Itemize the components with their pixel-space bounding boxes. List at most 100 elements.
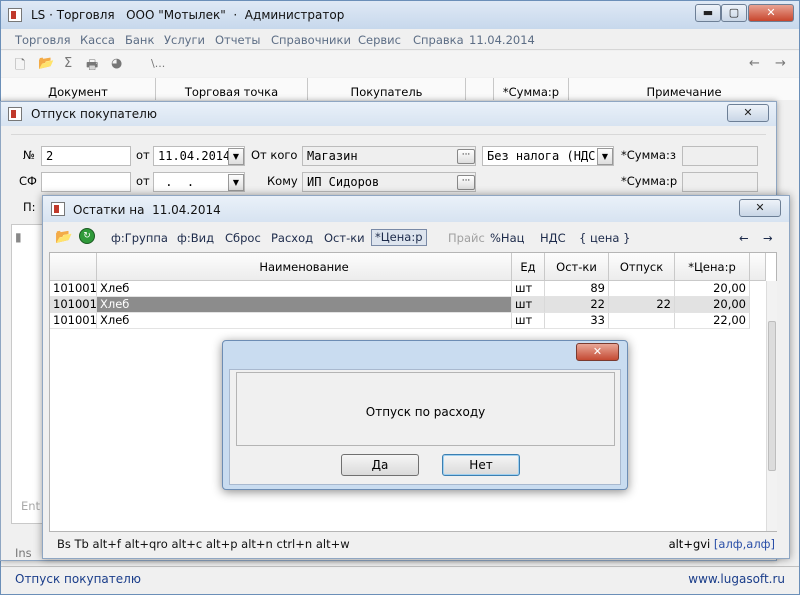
menu-services[interactable]: Услуги <box>164 33 205 47</box>
ins-label: Ins <box>15 546 32 560</box>
nav-back-icon[interactable]: ← <box>739 231 749 245</box>
grid-scrollbar[interactable] <box>766 281 777 531</box>
col-name[interactable]: Наименование <box>97 253 512 281</box>
p-label: П: <box>23 200 36 214</box>
vat-button[interactable]: НДС <box>540 231 566 245</box>
nav-back-icon[interactable]: ← <box>749 56 760 71</box>
items-grid-left-edge <box>11 224 45 524</box>
to-select-button[interactable]: ··· <box>457 175 475 190</box>
date-from-label: от <box>136 148 150 162</box>
menu-reports[interactable]: Отчеты <box>215 33 260 47</box>
yes-button[interactable]: Да <box>341 454 419 476</box>
release-dialog-title-bar[interactable]: Отпуск покупателю ✕ <box>1 102 776 126</box>
sum-z-label: *Сумма:з <box>621 148 676 162</box>
cell-price: 20,00 <box>675 281 750 297</box>
stock-dialog-title-bar[interactable]: Остатки на 11.04.2014 ✕ <box>43 196 789 222</box>
sf-field[interactable] <box>41 172 131 192</box>
hotkeys-hint: Bs Tb alt+f alt+qro alt+c alt+p alt+n ct… <box>57 537 350 551</box>
expense-button[interactable]: Расход <box>271 231 313 245</box>
sum-z-field <box>682 146 758 166</box>
col-release[interactable]: Отпуск <box>609 253 675 281</box>
website-link[interactable]: www.lugasoft.ru <box>688 572 785 586</box>
cell-remains: 22 <box>545 297 609 313</box>
tax-dropdown-button[interactable]: ▼ <box>597 148 613 165</box>
cell-code: 101001 <box>50 281 97 297</box>
printer-icon[interactable]: 🖶 <box>86 56 98 78</box>
nav-forward-icon[interactable]: → <box>775 56 786 71</box>
menu-date: 11.04.2014 <box>469 33 535 47</box>
menu-cash[interactable]: Касса <box>80 33 115 47</box>
from-whom-select-button[interactable]: ··· <box>457 149 475 164</box>
cell-name: Хлеб <box>97 313 512 329</box>
status-bar: Отпуск покупателю www.lugasoft.ru <box>1 566 799 594</box>
col-code[interactable] <box>50 253 97 281</box>
divider <box>11 134 766 135</box>
number-field[interactable]: 2 <box>41 146 131 166</box>
col-price[interactable]: *Цена:р <box>675 253 750 281</box>
table-row[interactable]: 101001 Хлеб шт 33 22,00 <box>50 313 766 329</box>
close-button[interactable]: ✕ <box>748 4 794 22</box>
layout-switch-link[interactable]: [алф,алф] <box>714 537 775 551</box>
confirm-message-box: Отпуск по расходу <box>236 372 615 446</box>
maximize-button[interactable]: ▢ <box>721 4 747 22</box>
cell-remains: 33 <box>545 313 609 329</box>
stock-dialog-title: Остатки на 11.04.2014 <box>73 203 221 217</box>
number-label: № <box>23 148 35 162</box>
markup-button[interactable]: %Нац <box>490 231 524 245</box>
cell-code: 101001 <box>50 297 97 313</box>
date-dropdown-button[interactable]: ▼ <box>228 148 244 165</box>
cell-release <box>609 281 675 297</box>
menu-trade[interactable]: Торговля <box>15 33 70 47</box>
release-dialog-title: Отпуск покупателю <box>31 107 157 121</box>
cell-unit: шт <box>512 281 545 297</box>
filter-view-button[interactable]: ф:Вид <box>177 231 214 245</box>
menu-service[interactable]: Сервис <box>358 33 401 47</box>
col-document[interactable]: Документ <box>1 78 156 100</box>
dialog-icon <box>8 107 22 121</box>
doc-icon[interactable]: ▮ <box>15 230 22 244</box>
nav-forward-icon[interactable]: → <box>763 231 773 245</box>
col-remains[interactable]: Ост-ки <box>545 253 609 281</box>
price-braces-button[interactable]: { цена } <box>579 231 630 245</box>
tax-select[interactable]: Без налога (НДС) <box>482 146 614 166</box>
path-label: \... <box>151 57 166 70</box>
remains-button[interactable]: Ост-ки <box>324 231 365 245</box>
confirm-close-button[interactable]: ✕ <box>576 343 619 361</box>
from-whom-field[interactable]: Магазин <box>302 146 476 166</box>
open-folder-icon[interactable]: 📂 <box>38 56 54 71</box>
scrollbar-thumb[interactable] <box>768 321 776 471</box>
col-buyer[interactable]: Покупатель <box>308 78 466 100</box>
cell-release <box>609 313 675 329</box>
release-dialog-close-button[interactable]: ✕ <box>727 104 769 122</box>
sf-label: СФ <box>19 174 37 188</box>
sum-r-field <box>682 172 758 192</box>
sigma-icon[interactable]: Σ <box>64 56 72 71</box>
stock-dialog-close-button[interactable]: ✕ <box>739 199 781 217</box>
table-row-selected[interactable]: 101001 Хлеб шт 22 22 20,00 <box>50 297 766 313</box>
refresh-icon[interactable]: ↻ <box>79 228 95 244</box>
open-folder-icon[interactable]: 📂 <box>55 229 72 245</box>
menu-bank[interactable]: Банк <box>125 33 154 47</box>
to-field[interactable]: ИП Сидоров <box>302 172 476 192</box>
col-sum[interactable]: *Сумма:р <box>494 78 569 100</box>
col-unit[interactable]: Ед <box>512 253 545 281</box>
price-button[interactable]: *Цена:р <box>371 229 427 246</box>
filter-group-button[interactable]: ф:Группа <box>111 231 168 245</box>
no-button[interactable]: Нет <box>442 454 520 476</box>
minimize-button[interactable]: ▬ <box>695 4 721 22</box>
date2-from-label: от <box>136 174 150 188</box>
main-title-bar[interactable]: LS · Торговля ООО "Мотылек" · Администра… <box>1 1 799 29</box>
new-doc-icon[interactable]: 🗋 <box>15 56 25 78</box>
date2-dropdown-button[interactable]: ▼ <box>228 174 244 191</box>
reset-button[interactable]: Сброс <box>225 231 261 245</box>
confirm-dialog-body: Отпуск по расходу Да Нет <box>229 369 621 485</box>
col-note[interactable]: Примечание <box>569 78 799 100</box>
pie-chart-icon[interactable]: ◕ <box>111 56 122 71</box>
status-left-text: Отпуск покупателю <box>15 572 141 586</box>
cell-code: 101001 <box>50 313 97 329</box>
menu-references[interactable]: Справочники <box>271 33 351 47</box>
menu-help[interactable]: Справка <box>413 33 464 47</box>
table-row[interactable]: 101001 Хлеб шт 89 20,00 <box>50 281 766 297</box>
col-trade-point[interactable]: Торговая точка <box>156 78 308 100</box>
window-title: LS · Торговля ООО "Мотылек" · Администра… <box>31 8 345 22</box>
